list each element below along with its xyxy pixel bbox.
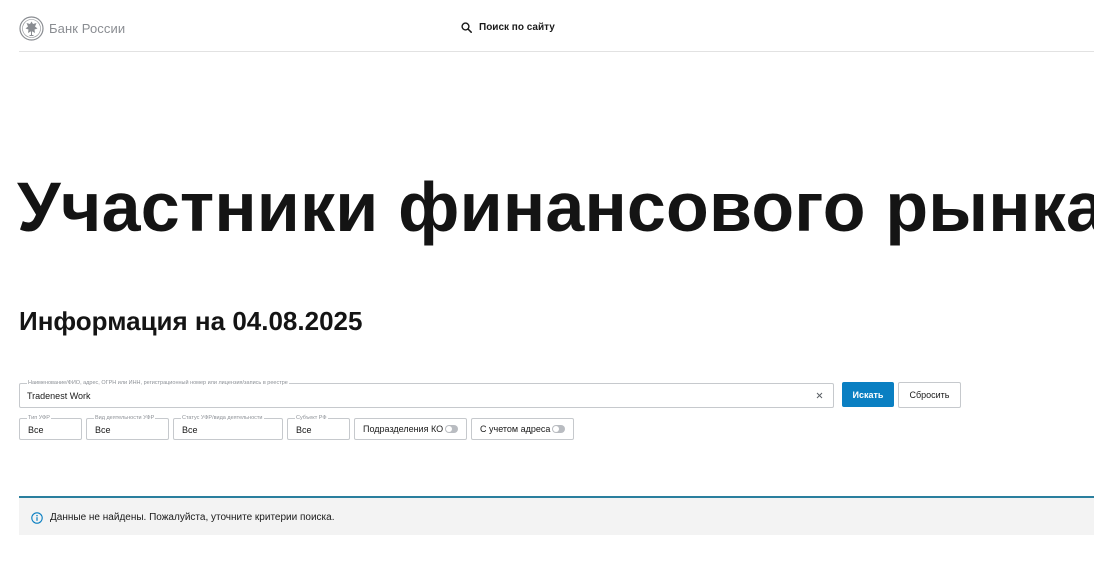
filter-participant-type-label: Тип УФР (27, 414, 51, 422)
no-results-text: Данные не найдены. Пожалуйста, уточните … (50, 512, 335, 523)
logo-text: Банк России (49, 21, 126, 36)
bank-emblem-icon (19, 16, 44, 41)
filter-activity-type-value: Все (95, 425, 111, 435)
filter-status-value: Все (182, 425, 198, 435)
search-icon (461, 22, 472, 33)
filter-region[interactable]: Субъект РФ Все (287, 414, 350, 440)
page-title: Участники финансового рынка (17, 168, 1094, 246)
site-search-button[interactable]: Поиск по сайту (461, 22, 555, 33)
participant-search-label: Наименование/ФИО, адрес, ОГРН или ИНН, р… (27, 379, 289, 387)
clear-icon[interactable] (815, 391, 824, 400)
filter-activity-type-label: Вид деятельности УФР (94, 414, 156, 422)
toggle-ko-units[interactable]: Подразделения КО (354, 418, 467, 440)
participant-search-field: Наименование/ФИО, адрес, ОГРН или ИНН, р… (19, 379, 834, 408)
toggle-with-address[interactable]: С учетом адреса (471, 418, 574, 440)
logo[interactable]: Банк России (19, 16, 125, 41)
site-search-label: Поиск по сайту (479, 22, 555, 33)
filter-status-label: Статус УФР/вида деятельности (181, 414, 264, 422)
participant-search-input[interactable] (27, 388, 807, 404)
filter-participant-type-value: Все (28, 425, 44, 435)
filter-region-value: Все (296, 425, 312, 435)
toggle-knob (446, 426, 452, 432)
filter-participant-type[interactable]: Тип УФР Все (19, 414, 82, 440)
filter-status[interactable]: Статус УФР/вида деятельности Все (173, 414, 283, 440)
site-header: Банк России Поиск по сайту (19, 0, 1094, 52)
info-date-heading: Информация на 04.08.2025 (19, 306, 363, 336)
filter-activity-type[interactable]: Вид деятельности УФР Все (86, 414, 169, 440)
no-results-notice: Данные не найдены. Пожалуйста, уточните … (19, 498, 1094, 535)
filter-region-label: Субъект РФ (295, 414, 328, 422)
reset-button[interactable]: Сбросить (898, 382, 961, 408)
toggle-ko-units-switch[interactable] (445, 425, 458, 433)
toggle-with-address-label: С учетом адреса (480, 424, 551, 434)
toggle-ko-units-label: Подразделения КО (363, 424, 444, 434)
search-button[interactable]: Искать (842, 382, 894, 407)
toggle-with-address-switch[interactable] (552, 425, 565, 433)
info-icon (31, 512, 43, 524)
toggle-knob (553, 426, 559, 432)
